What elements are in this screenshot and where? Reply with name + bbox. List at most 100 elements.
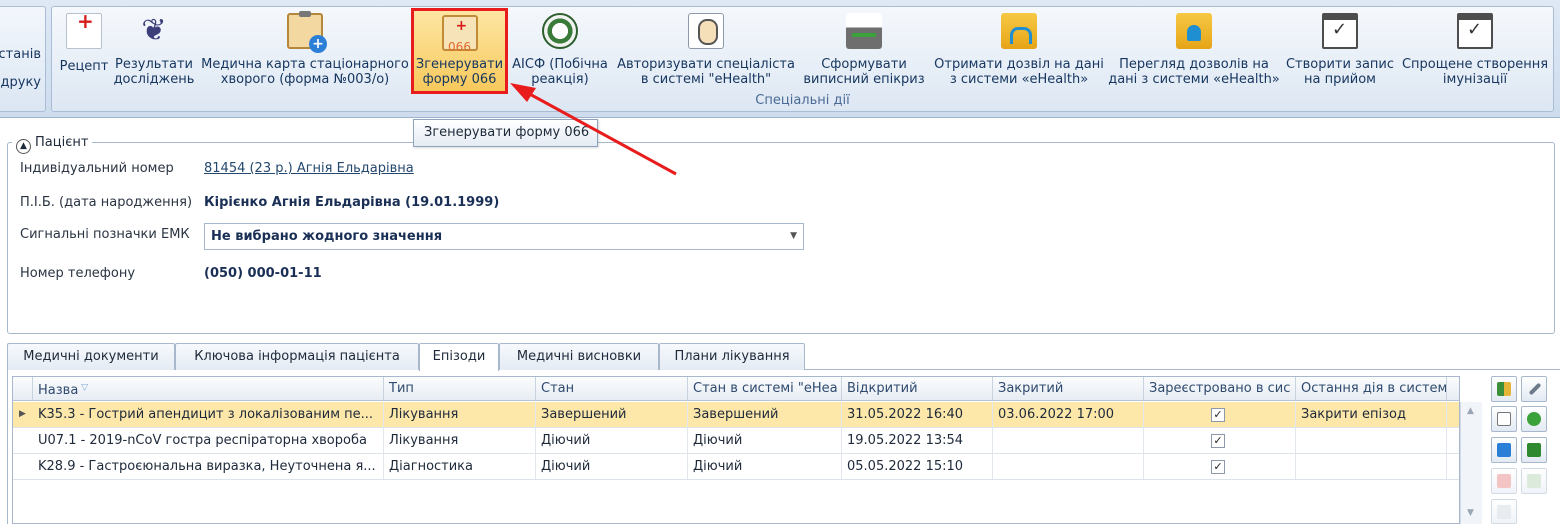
scroll-up-icon[interactable]: ▲ xyxy=(1467,406,1474,416)
inpatient-card-label: Медична карта стаціонарного хворого (фор… xyxy=(201,57,409,87)
aisf-emblem-icon xyxy=(542,13,578,49)
aisf-button[interactable]: АІСФ (Побічна реакція) xyxy=(508,9,612,93)
copy-button[interactable] xyxy=(1491,499,1517,524)
spreadsheet-button[interactable] xyxy=(1521,437,1547,463)
generate-form-066-button[interactable]: 066 Згенерувати форму 066 xyxy=(411,8,508,94)
patient-legend-label: Пацієнт xyxy=(35,135,89,150)
cell-opened: 05.05.2022 15:10 xyxy=(842,454,993,479)
full-name-value: Кірієнко Агнія Ельдарівна (19.01.1999) xyxy=(204,195,500,210)
column-header-closed[interactable]: Закритий xyxy=(993,377,1144,401)
column-header-name[interactable]: Назва ▽ xyxy=(33,377,384,401)
folder-unlock-icon xyxy=(1001,13,1037,49)
export-button[interactable] xyxy=(1521,468,1547,494)
ribbon-left-label-2: друку xyxy=(0,75,41,90)
cell-registered: ✓ xyxy=(1144,428,1296,453)
results-button[interactable]: ❦ Результати досліджень xyxy=(112,9,196,93)
medical-clipboard-icon xyxy=(287,11,327,53)
cell-type: Діагностика xyxy=(384,454,536,479)
simplified-immunization-label: Спрощене створення імунізації xyxy=(1401,57,1549,87)
column-header-state[interactable]: Стан xyxy=(536,377,688,401)
cell-closed: 03.06.2022 17:00 xyxy=(993,402,1144,427)
row-indicator-icon: ▶ xyxy=(19,409,26,419)
registered-checkbox[interactable]: ✓ xyxy=(1211,460,1225,474)
column-header-registered[interactable]: Зареєстровано в сис xyxy=(1144,377,1296,401)
tab-treatment-plans[interactable]: Плани лікування xyxy=(659,343,805,370)
emk-signals-select[interactable]: Не вибрано жодного значення ▼ xyxy=(204,223,804,250)
column-header-type[interactable]: Тип xyxy=(384,377,536,401)
aisf-label: АІСФ (Побічна реакція) xyxy=(512,57,608,87)
full-name-label: П.І.Б. (дата народження) xyxy=(20,195,193,210)
cell-ehealth-state: Завершений xyxy=(688,402,842,427)
cell-last-action: Закрити епізод xyxy=(1296,402,1447,427)
lungs-icon: ❦ xyxy=(141,13,167,48)
recipe-button[interactable]: Рецепт xyxy=(56,9,112,93)
grid-vertical-scrollbar[interactable]: ▲ ▼ xyxy=(1460,402,1482,524)
tab-medical-documents[interactable]: Медичні документи xyxy=(7,343,175,370)
copy-icon xyxy=(1497,505,1511,519)
wrench-icon xyxy=(1528,382,1542,396)
authorize-specialist-label: Авторизувати спеціаліста в системі "eHea… xyxy=(617,57,795,87)
cell-type: Лікування xyxy=(384,428,536,453)
table-row[interactable]: U07.1 - 2019-nCoV гостра респіраторна хв… xyxy=(13,428,1459,454)
cell-name: K28.9 - Гастроєюнальна виразка, Неуточне… xyxy=(33,454,384,479)
create-appointment-button[interactable]: Створити запис на прийом xyxy=(1282,9,1398,93)
cell-closed xyxy=(993,428,1144,453)
simplified-immunization-button[interactable]: Спрощене створення імунізації xyxy=(1400,9,1550,93)
table-row[interactable]: ▶ K35.3 - Гострий апендицит з локалізова… xyxy=(13,402,1459,428)
column-header-last-action[interactable]: Остання дія в систем xyxy=(1296,377,1447,401)
delete-document-icon xyxy=(1497,474,1511,488)
column-header-ehealth-state[interactable]: Стан в системі "eHea xyxy=(688,377,842,401)
chevron-down-icon[interactable]: ▼ xyxy=(790,224,797,249)
get-permission-button[interactable]: Отримати дозвіл на дані з системи «eHeal… xyxy=(930,9,1108,93)
row-indicator-header xyxy=(13,377,33,401)
document-icon xyxy=(1497,412,1511,426)
individual-number-link[interactable]: 81454 (23 р.) Агнія Ельдарівна xyxy=(204,161,414,176)
column-header-filler xyxy=(1447,377,1459,401)
phone-value: (050) 000-01-11 xyxy=(204,266,322,281)
patient-legend[interactable]: ▲ Пацієнт xyxy=(12,133,93,154)
recipe-label: Рецепт xyxy=(59,59,109,74)
tab-key-patient-info[interactable]: Ключова інформація пацієнта xyxy=(175,343,419,370)
individual-number-label: Індивідуальний номер xyxy=(20,161,174,176)
tools-button[interactable] xyxy=(1521,376,1547,402)
recycle-button[interactable] xyxy=(1491,437,1517,463)
registered-checkbox[interactable]: ✓ xyxy=(1211,408,1225,422)
scroll-down-icon[interactable]: ▼ xyxy=(1467,508,1474,518)
prescription-doc-icon xyxy=(66,13,102,49)
new-document-button[interactable] xyxy=(1491,406,1517,432)
collapse-chevron-icon[interactable]: ▲ xyxy=(16,139,31,154)
inpatient-card-button[interactable]: Медична карта стаціонарного хворого (фор… xyxy=(199,9,411,93)
cell-registered: ✓ xyxy=(1144,454,1296,479)
cell-ehealth-state: Діючий xyxy=(688,428,842,453)
spreadsheet-icon xyxy=(1527,443,1541,457)
cell-opened: 19.05.2022 13:54 xyxy=(842,428,993,453)
get-permission-label: Отримати дозвіл на дані з системи «eHeal… xyxy=(934,57,1104,87)
tooltip: Згенерувати форму 066 xyxy=(413,119,598,147)
view-permissions-button[interactable]: Перегляд дозволів на дані з системи «eHe… xyxy=(1108,9,1280,93)
discharge-epicrisis-button[interactable]: Сформувати виписний епікриз xyxy=(798,9,930,93)
create-appointment-label: Створити запис на прийом xyxy=(1285,57,1395,87)
cell-name: U07.1 - 2019-nCoV гостра респіраторна хв… xyxy=(33,428,384,453)
tab-episodes[interactable]: Епізоди xyxy=(419,343,499,371)
ribbon-left-label-1: станів xyxy=(0,47,41,62)
phone-label: Номер телефону xyxy=(20,266,136,281)
episodes-grid: Назва ▽ Тип Стан Стан в системі "eHea Ві… xyxy=(12,376,1460,524)
discharge-epicrisis-label: Сформувати виписний епікриз xyxy=(803,57,925,87)
delete-document-button[interactable] xyxy=(1491,468,1517,494)
calendar-check-icon xyxy=(1457,13,1493,49)
calendar-check-icon xyxy=(1322,13,1358,49)
ribbon-left-group[interactable]: станів друку xyxy=(0,6,46,112)
table-row[interactable]: K28.9 - Гастроєюнальна виразка, Неуточне… xyxy=(13,454,1459,480)
emk-signals-label: Сигнальні позначки ЕМК xyxy=(20,227,190,242)
cell-type: Лікування xyxy=(384,402,536,427)
specialist-avatar-icon xyxy=(688,13,724,49)
edit-button[interactable] xyxy=(1521,406,1547,432)
book-icon xyxy=(1497,382,1511,396)
tab-medical-conclusions[interactable]: Медичні висновки xyxy=(499,343,659,370)
authorize-specialist-button[interactable]: Авторизувати спеціаліста в системі "eHea… xyxy=(614,9,798,93)
column-header-opened[interactable]: Відкритий xyxy=(842,377,993,401)
cell-registered: ✓ xyxy=(1144,402,1296,427)
registered-checkbox[interactable]: ✓ xyxy=(1211,434,1225,448)
cell-state: Завершений xyxy=(536,402,688,427)
add-book-button[interactable] xyxy=(1491,376,1517,402)
